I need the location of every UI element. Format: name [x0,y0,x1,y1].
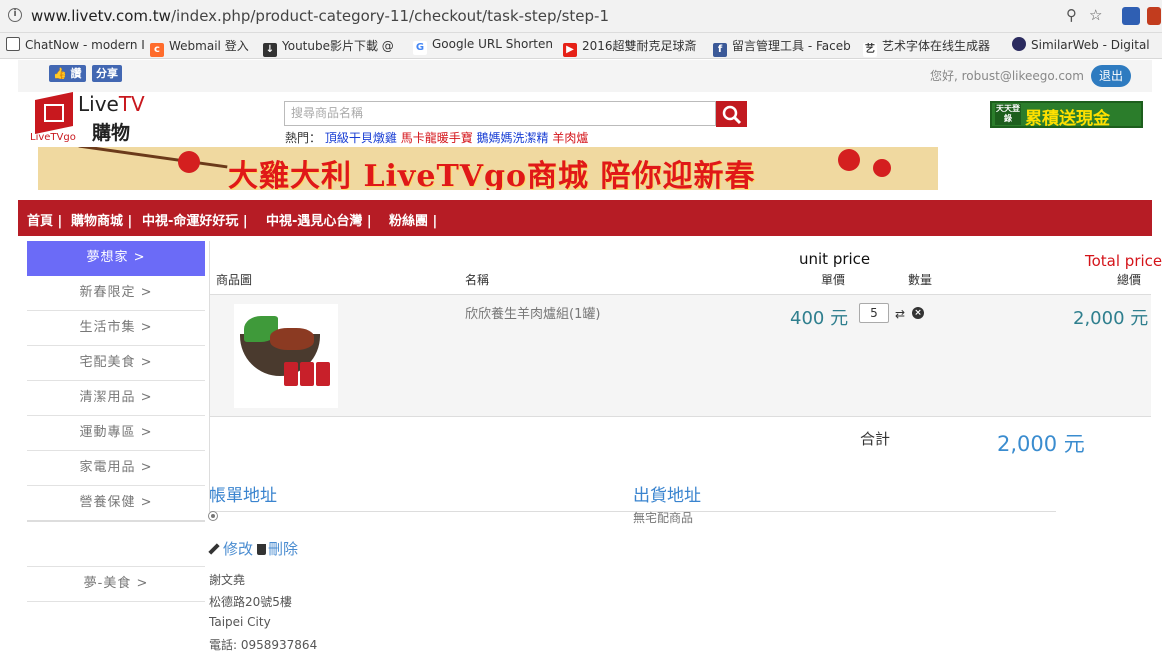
promo-banner[interactable]: 大雞大利 LiveTVgo商城 陪你迎新春 [38,147,938,190]
col-header-image: 商品圖 [216,273,253,287]
hot-keyword-link[interactable]: 頂級干貝燉雞 [325,131,397,145]
star-icon[interactable]: ☆ [1089,6,1102,24]
url-host: www.livetv.com.tw [31,7,171,25]
delete-address-button[interactable]: 刪除 [257,538,298,559]
refresh-icon[interactable]: ⇄ [895,307,905,321]
nav-item-ctv-taiwan[interactable]: 中視-遇見心台灣 | [266,210,372,229]
bookmark-item[interactable]: f 留言管理工具 - Faceb [713,37,851,57]
lantern-icon [838,149,860,171]
col-header-name: 名稱 [465,273,490,287]
pencil-icon [208,543,220,555]
lantern-icon [873,159,891,177]
subtotal-value: 2,000 元 [997,432,1085,456]
col-header-qty: 數量 [908,273,933,287]
sidebar-item-sports[interactable]: 運動專區 > [27,416,205,451]
subtotal-label: 合計 [860,430,891,448]
nav-item-fans[interactable]: 粉絲團 | [389,210,437,229]
greeting-text: 您好, robust@likeego.com [930,69,1084,83]
address-phone: 電話: 0958937864 [209,638,318,652]
bookmark-item[interactable]: ↓ Youtube影片下載 @ [263,37,394,57]
bookmark-item[interactable]: SimilarWeb - Digital [1012,37,1150,52]
sidebar-item-dreamer[interactable]: 夢想家 > [27,241,205,276]
nav-item-home[interactable]: 首頁 | [27,210,62,229]
hot-keyword-link[interactable]: 馬卡龍暖手寶 [401,131,473,145]
lantern-icon [178,151,200,173]
col-header-unit-price: 單價 [821,273,846,287]
address-radio[interactable] [208,511,218,521]
similarweb-icon [1012,37,1026,51]
search-button[interactable] [716,101,747,127]
no-shipping-text: 無宅配商品 [633,511,694,525]
hot-keyword-link[interactable]: 羊肉爐 [552,131,588,145]
address-city: Taipei City [209,615,271,629]
sidebar-item-appliances[interactable]: 家電用品 > [27,451,205,486]
edit-address-button[interactable]: 修改 [208,538,253,559]
address-street: 松德路20號5樓 [209,595,292,609]
unit-price: 400 元 [790,308,849,329]
bookmarks-bar: ChatNow - modern I c Webmail 登入 ↓ Youtube影… [0,33,1162,59]
total-price-annotation: Total price [1085,252,1162,270]
main-nav: 首頁 | 購物商城 | 中視-命運好好玩 | 中視-遇見心台灣 | 粉絲團 | [18,200,1152,236]
browser-url-bar[interactable]: i www.livetv.com.tw/index.php/product-ca… [0,0,1162,33]
facebook-icon: f [713,43,727,57]
remove-icon[interactable]: × [912,307,924,319]
bookmark-item[interactable]: 艺艺术字体在线生成器 [863,37,990,57]
extension-icon[interactable] [1147,7,1161,25]
address-name: 謝文堯 [209,573,246,587]
promo-ad[interactable]: 天天登錄 累積送現金 [990,101,1143,129]
sidebar-item-cleaning[interactable]: 清潔用品 > [27,381,205,416]
col-header-total: 總價 [1117,273,1142,287]
sidebar-item-newyear[interactable]: 新春限定 > [27,276,205,311]
billing-address-title: 帳單地址 [209,486,277,506]
bookmark-item[interactable]: G Google URL Shorten [413,37,553,55]
product-name[interactable]: 欣欣養生羊肉爐組(1罐) [465,303,600,322]
trash-icon [257,544,266,555]
unit-price-annotation: unit price [799,250,871,268]
cpanel-icon: c [150,43,164,57]
shipping-address-title: 出貨地址 [633,486,701,506]
google-icon: G [413,41,427,55]
hot-keywords: 熱門： 頂級干貝燉雞 馬卡龍暖手寶 鵝媽媽洗潔精 羊肉爐 [285,131,589,145]
nav-item-mall[interactable]: 購物商城 | [71,210,132,229]
sidebar-item-food-delivery[interactable]: 宅配美食 > [27,346,205,381]
share-button[interactable]: 分享 [92,65,122,82]
logo-text: LiveTV [78,92,145,116]
nav-item-ctv-fortune[interactable]: 中視-命運好好玩 | [142,210,248,229]
search-icon [722,105,742,125]
url-path: /index.php/product-category-11/checkout/… [170,7,609,25]
cart-row [210,294,1151,417]
extension-icon[interactable] [1122,7,1140,25]
bookmark-item[interactable]: ▶ 2016超雙耐克足球斎 [563,37,697,57]
doc-icon [6,37,20,51]
url-text[interactable]: www.livetv.com.tw/index.php/product-cate… [31,7,609,25]
info-icon[interactable]: i [8,8,22,22]
art-icon: 艺 [863,43,877,57]
search-input[interactable]: 搜尋商品名稱 [284,101,716,126]
logout-button[interactable]: 退出 [1091,65,1131,87]
sidebar-item-dream-food[interactable]: 夢-美食 > [27,567,205,602]
logo-sub-text: LiveTVgo [30,132,76,143]
zoom-icon[interactable]: ⚲ [1066,6,1077,24]
top-strip: 👍 讚 分享 您好, robust@likeego.com 退出 [18,60,1152,92]
sidebar-item-market[interactable]: 生活市集 > [27,311,205,346]
download-icon: ↓ [263,43,277,57]
line-total: 2,000 元 [1073,308,1149,329]
site-logo[interactable]: LiveTV 購物 LiveTVgo [30,91,155,146]
youtube-icon: ▶ [563,43,577,57]
hot-keyword-link[interactable]: 鵝媽媽洗潔精 [477,131,549,145]
quantity-input[interactable]: 5 [859,303,889,323]
product-image[interactable] [234,304,338,408]
banner-text: 大雞大利 LiveTVgo商城 陪你迎新春 [228,159,756,190]
bookmark-item[interactable]: ChatNow - modern I [6,37,145,52]
logo-shop-text: 購物 [92,122,131,144]
like-button[interactable]: 👍 讚 [49,65,86,82]
bookmark-item[interactable]: c Webmail 登入 [150,37,249,57]
sidebar-item-health[interactable]: 營養保健 > [27,486,205,521]
